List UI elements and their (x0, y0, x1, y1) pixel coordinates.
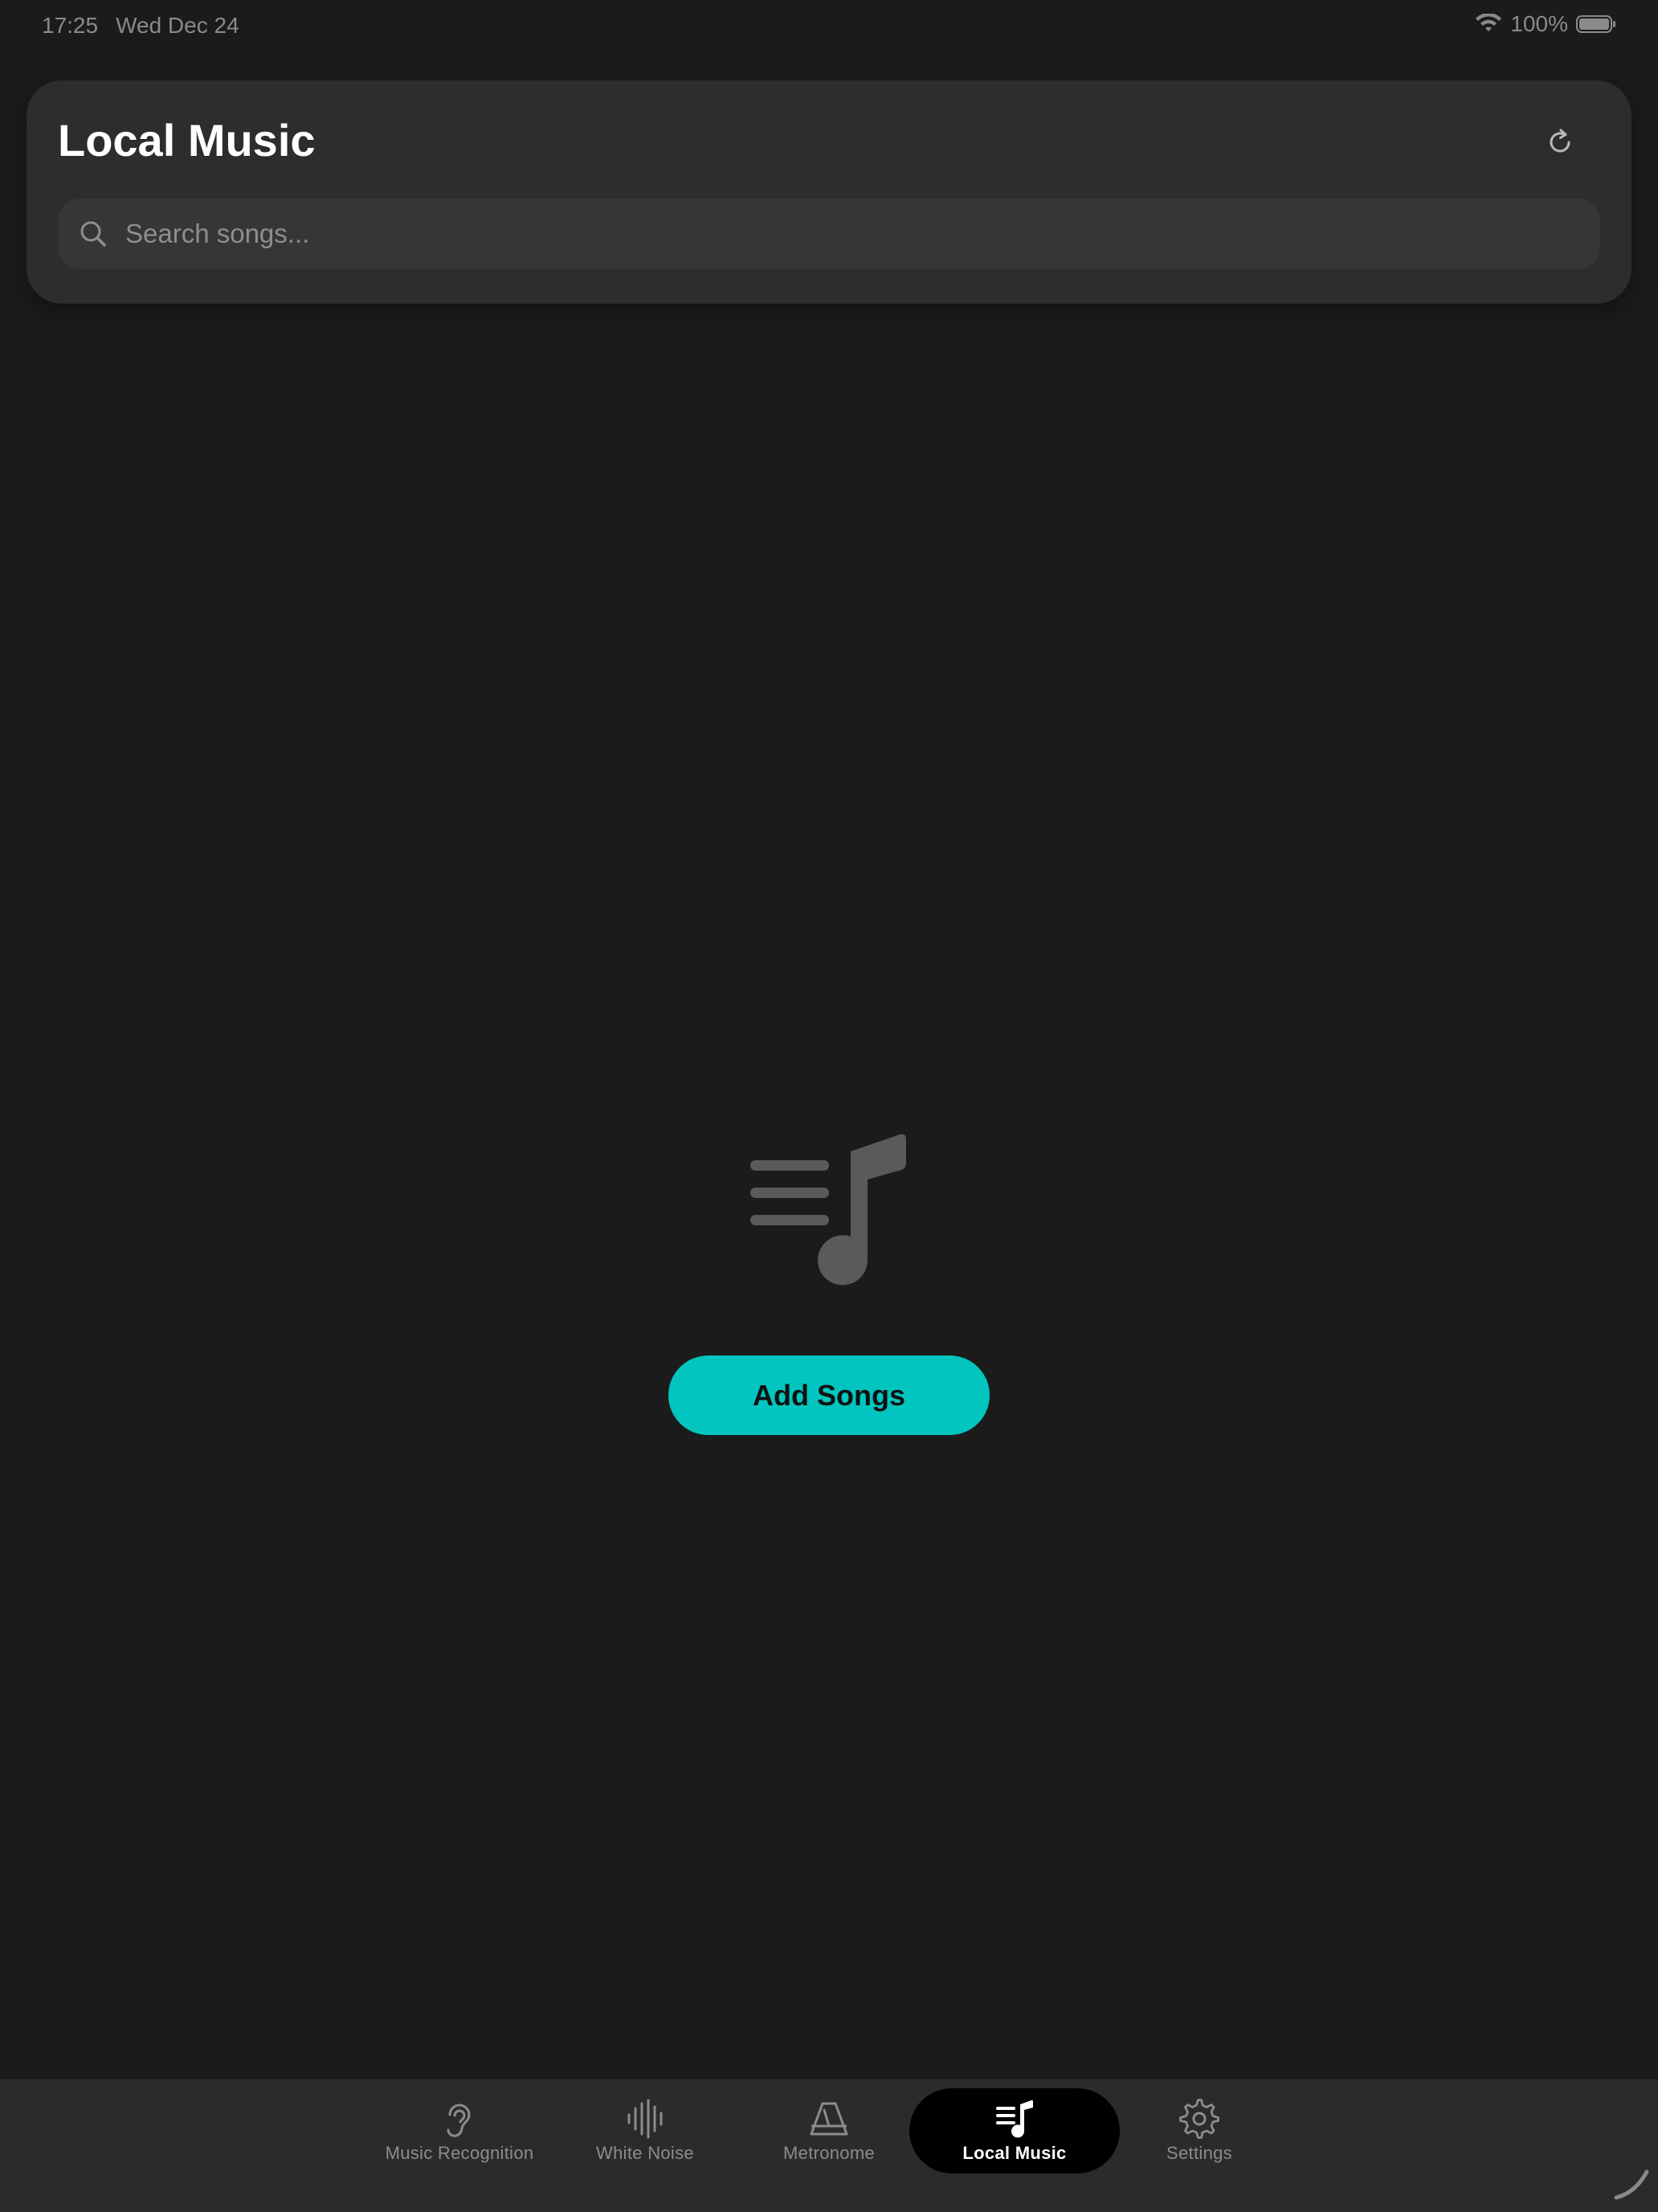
ear-icon (442, 2098, 477, 2140)
music-list-icon (749, 1131, 909, 1289)
header-card: Local Music (27, 80, 1631, 304)
tab-bar: Music Recognition White Noise Metronome (0, 2079, 1658, 2212)
refresh-button[interactable] (1535, 119, 1585, 169)
metronome-icon (808, 2098, 850, 2140)
search-icon (79, 219, 108, 248)
status-right: 100% (1475, 11, 1616, 37)
status-time: 17:25 (42, 13, 99, 38)
tab-label: White Noise (596, 2143, 694, 2163)
gear-icon (1179, 2098, 1219, 2140)
battery-icon (1576, 14, 1616, 34)
tab-label: Local Music (962, 2143, 1067, 2163)
wifi-icon (1475, 14, 1502, 35)
tab-music-recognition[interactable]: Music Recognition (367, 2088, 552, 2173)
corner-indicator (1611, 2162, 1652, 2202)
status-date: Wed Dec 24 (116, 13, 239, 38)
music-list-icon (994, 2098, 1035, 2140)
waveform-icon (626, 2098, 664, 2140)
status-left: 17:25 Wed Dec 24 (42, 13, 239, 39)
search-bar[interactable] (58, 198, 1600, 270)
add-songs-button[interactable]: Add Songs (668, 1355, 990, 1435)
tab-metronome[interactable]: Metronome (737, 2088, 921, 2173)
page-title: Local Music (58, 115, 316, 166)
battery-percent: 100% (1510, 11, 1568, 36)
tab-label: Metronome (783, 2143, 875, 2163)
tab-local-music[interactable]: Local Music (909, 2088, 1120, 2173)
tab-white-noise[interactable]: White Noise (553, 2088, 737, 2173)
tab-label: Settings (1166, 2143, 1232, 2163)
status-bar: 17:25 Wed Dec 24 100% (0, 0, 1658, 51)
tab-settings[interactable]: Settings (1107, 2088, 1292, 2173)
tab-label: Music Recognition (385, 2143, 534, 2163)
refresh-icon (1544, 126, 1576, 162)
search-input[interactable] (124, 198, 1600, 270)
